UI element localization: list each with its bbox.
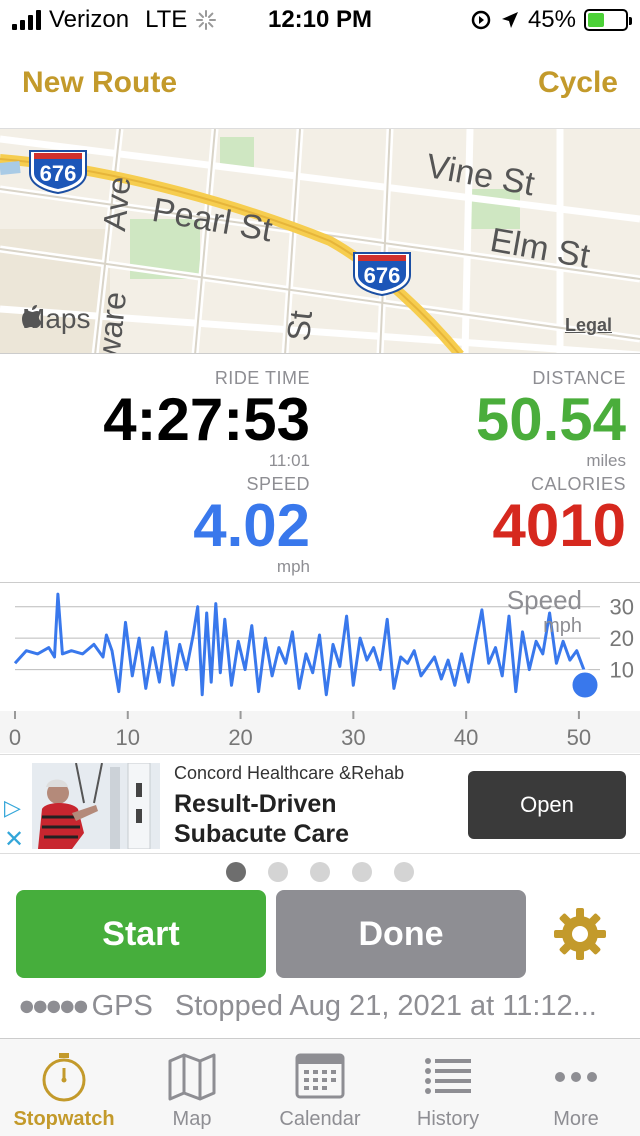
speed-stat: SPEED 4.02 mph: [193, 474, 310, 577]
history-list-icon: [425, 1058, 471, 1094]
done-button[interactable]: Done: [276, 890, 526, 978]
tab-stopwatch[interactable]: Stopwatch: [0, 1039, 128, 1136]
y-tick-label: 20: [610, 626, 634, 651]
tab-label: Stopwatch: [13, 1108, 115, 1130]
tab-bar: Stopwatch Map Calendar History More: [0, 1038, 640, 1136]
battery-icon: [584, 9, 632, 31]
stopwatch-icon: [42, 1053, 86, 1102]
calories-value: 4010: [492, 492, 626, 559]
chart-unit: mph: [543, 615, 582, 637]
x-tick-label: 40: [454, 725, 478, 750]
ride-time-value: 4:27:53: [103, 386, 310, 453]
page-dot[interactable]: [268, 862, 288, 882]
highway-shield-number: 676: [39, 161, 77, 186]
x-tick-label: 50: [567, 725, 591, 750]
orientation-lock-icon: [471, 10, 491, 30]
activity-type-button[interactable]: Cycle: [538, 66, 618, 100]
tab-label: History: [416, 1108, 480, 1130]
highway-shield-icon: 676: [350, 249, 414, 297]
nav-header: New Route Cycle: [0, 56, 640, 112]
page-dot[interactable]: [352, 862, 372, 882]
ad-close-icon[interactable]: ✕: [4, 825, 28, 854]
current-position-marker[interactable]: [569, 669, 601, 701]
calendar-icon: [295, 1053, 345, 1099]
speed-chart[interactable]: 30 20 10 0 10 20 30 40 50 Speed mph: [0, 582, 640, 753]
new-route-button[interactable]: New Route: [22, 66, 177, 100]
street-label: ware: [90, 290, 134, 354]
x-tick-label: 20: [228, 725, 252, 750]
highway-shield-number: 676: [363, 263, 401, 288]
distance-value: 50.54: [475, 386, 626, 453]
y-tick-label: 10: [610, 658, 634, 683]
tab-label: More: [553, 1108, 599, 1130]
tab-history[interactable]: History: [384, 1039, 512, 1136]
speed-value: 4.02: [193, 492, 310, 559]
ad-badges: ▷ ✕: [4, 795, 28, 854]
start-button[interactable]: Start: [16, 890, 266, 978]
tab-more[interactable]: More: [512, 1039, 640, 1136]
tab-label: Map: [172, 1108, 212, 1130]
more-icon: [555, 1072, 597, 1082]
ad-headline-line: Subacute Care: [174, 820, 350, 848]
ad-banner[interactable]: ▷ ✕ Concord Healthcare &Rehab Result-Dri…: [0, 754, 640, 854]
ad-sponsor: Concord Healthcare &Rehab: [174, 763, 405, 783]
gps-status: ●●●●● GPS Stopped Aug 21, 2021 at 11:12..…: [18, 990, 628, 1023]
gps-signal-icon: ●●●●●: [18, 990, 90, 1022]
page-indicator[interactable]: [0, 862, 640, 882]
location-arrow-icon: [501, 12, 518, 28]
y-tick-label: 30: [610, 595, 634, 620]
x-tick-label: 30: [341, 725, 365, 750]
street-label: St: [280, 308, 319, 343]
gear-icon[interactable]: [552, 906, 608, 962]
map-icon: [168, 1053, 216, 1101]
chart-title: Speed mph: [507, 587, 582, 639]
legal-link[interactable]: Legal: [565, 315, 612, 336]
page-dot[interactable]: [226, 862, 246, 882]
battery-percent: 45%: [527, 6, 576, 33]
ride-stats: RIDE TIME 4:27:53 11:01 DISTANCE 50.54 m…: [0, 356, 640, 582]
ad-headline-line: Result-Driven: [174, 790, 337, 818]
adchoices-icon[interactable]: ▷: [4, 795, 28, 821]
x-tick-label: 0: [9, 725, 21, 750]
maps-brand: Maps: [22, 303, 90, 335]
street-label: Ave: [96, 174, 138, 233]
ad-image[interactable]: [32, 763, 160, 849]
tab-label: Calendar: [279, 1108, 361, 1130]
ride-time-sub: 11:01: [268, 451, 310, 470]
page-dot[interactable]: [310, 862, 330, 882]
distance-unit: miles: [586, 451, 626, 470]
status-right: 45%: [470, 6, 632, 34]
ride-time-stat: RIDE TIME 4:27:53 11:01: [103, 368, 310, 471]
route-map[interactable]: 676 676 Vine St Pearl St Elm St Ave ware…: [0, 128, 640, 354]
gps-label: GPS: [91, 990, 153, 1022]
x-tick-label: 10: [116, 725, 140, 750]
distance-stat: DISTANCE 50.54 miles: [476, 368, 626, 471]
page-dot[interactable]: [394, 862, 414, 882]
speed-unit: mph: [276, 557, 310, 576]
calories-stat: CALORIES 4010: [493, 474, 626, 557]
x-axis-strip: [0, 711, 640, 753]
battery-level: [588, 13, 605, 27]
chart-title-text: Speed: [506, 585, 582, 615]
highway-shield-icon: 676: [26, 147, 90, 195]
ad-headline: Result-Driven Subacute Care: [174, 789, 454, 849]
ad-open-button[interactable]: Open: [468, 771, 626, 839]
tab-calendar[interactable]: Calendar: [256, 1039, 384, 1136]
tab-map[interactable]: Map: [128, 1039, 256, 1136]
speed-series-line: [13, 592, 587, 697]
gps-status-text: Stopped Aug 21, 2021 at 11:12...: [174, 990, 597, 1022]
apple-logo-icon: [22, 305, 42, 328]
status-bar: Verizon LTE 12:10 PM 45%: [0, 0, 640, 40]
